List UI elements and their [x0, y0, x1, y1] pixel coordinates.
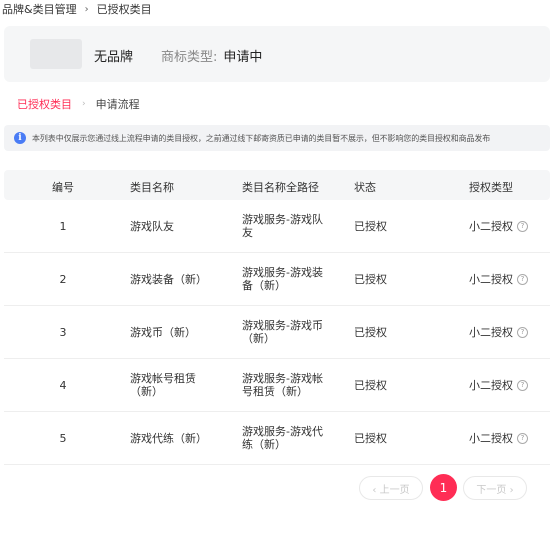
row-path: 游戏服务-游戏币（新）: [242, 319, 323, 345]
trademark-value: 申请中: [223, 50, 263, 65]
next-page-button[interactable]: 下一页 ›: [463, 476, 527, 500]
table-row: 5 游戏代练（新） 游戏服务-游戏代练（新） 已授权 小二授权?: [4, 412, 550, 465]
breadcrumb-parent-link[interactable]: 品牌&类目管理: [2, 1, 77, 17]
row-num: 1: [59, 220, 67, 233]
pagination: ‹ 上一页 1 下一页 ›: [0, 474, 550, 504]
row-num: 3: [59, 326, 67, 339]
row-type: 小二授权?: [469, 326, 528, 339]
tab-separator: ›: [82, 99, 86, 109]
help-icon[interactable]: ?: [517, 380, 528, 391]
row-type-label: 小二授权: [469, 432, 513, 445]
row-status: 已授权: [354, 273, 387, 286]
row-type: 小二授权?: [469, 432, 528, 445]
tab-authorized-categories[interactable]: 已授权类目: [17, 96, 72, 112]
table-row: 2 游戏装备（新） 游戏服务-游戏装备（新） 已授权 小二授权?: [4, 253, 550, 306]
help-icon[interactable]: ?: [517, 433, 528, 444]
breadcrumb-current: 已授权类目: [96, 3, 152, 16]
brand-logo-placeholder: [30, 39, 82, 69]
row-status: 已授权: [354, 379, 387, 392]
row-type-label: 小二授权: [469, 326, 513, 339]
row-name: 游戏装备（新）: [130, 273, 207, 286]
table-row: 4 游戏帐号租赁（新） 游戏服务-游戏帐号租赁（新） 已授权 小二授权?: [4, 359, 550, 412]
header-num: 编号: [52, 181, 74, 194]
table-row: 3 游戏币（新） 游戏服务-游戏币（新） 已授权 小二授权?: [4, 306, 550, 359]
help-icon[interactable]: ?: [517, 221, 528, 232]
category-table: 编号 类目名称 类目名称全路径 状态 授权类型 1 游戏队友 游戏服务-游戏队友…: [4, 170, 550, 465]
header-status: 状态: [354, 181, 376, 194]
help-icon[interactable]: ?: [517, 327, 528, 338]
row-type: 小二授权?: [469, 273, 528, 286]
brand-name: 无品牌: [94, 50, 134, 65]
row-name: 游戏队友: [130, 220, 174, 233]
info-icon: i: [14, 132, 26, 144]
row-num: 4: [59, 379, 67, 392]
row-status: 已授权: [354, 220, 387, 233]
header-type: 授权类型: [469, 181, 513, 194]
trademark-status: 商标类型: 申请中: [161, 46, 262, 65]
table-header: 编号 类目名称 类目名称全路径 状态 授权类型: [4, 170, 550, 200]
row-num: 2: [59, 273, 67, 286]
help-icon[interactable]: ?: [517, 274, 528, 285]
row-type: 小二授权?: [469, 220, 528, 233]
breadcrumb-separator: ›: [84, 3, 89, 15]
row-path: 游戏服务-游戏队友: [242, 213, 323, 239]
row-name: 游戏代练（新）: [130, 432, 207, 445]
page-1-button[interactable]: 1: [430, 474, 457, 501]
row-num: 5: [59, 432, 67, 445]
tab-application-process[interactable]: 申请流程: [96, 96, 140, 112]
row-path: 游戏服务-游戏装备（新）: [242, 266, 323, 292]
notice-bar: i 本列表中仅展示您通过线上流程申请的类目授权，之前通过线下邮寄资质已申请的类目…: [4, 125, 550, 151]
row-status: 已授权: [354, 326, 387, 339]
table-row: 1 游戏队友 游戏服务-游戏队友 已授权 小二授权?: [4, 200, 550, 253]
row-type-label: 小二授权: [469, 273, 513, 286]
row-path: 游戏服务-游戏代练（新）: [242, 425, 323, 451]
header-path: 类目名称全路径: [242, 181, 319, 194]
row-type-label: 小二授权: [469, 220, 513, 233]
row-path: 游戏服务-游戏帐号租赁（新）: [242, 372, 323, 398]
row-type-label: 小二授权: [469, 379, 513, 392]
row-name: 游戏币（新）: [130, 326, 196, 339]
prev-page-button[interactable]: ‹ 上一页: [359, 476, 423, 500]
row-status: 已授权: [354, 432, 387, 445]
header-name: 类目名称: [130, 181, 174, 194]
row-type: 小二授权?: [469, 379, 528, 392]
brand-card: 无品牌 商标类型: 申请中: [4, 26, 550, 82]
notice-text: 本列表中仅展示您通过线上流程申请的类目授权，之前通过线下邮寄资质已申请的类目暂不…: [32, 133, 491, 143]
breadcrumb: 品牌&类目管理 › 已授权类目: [2, 2, 152, 16]
trademark-label: 商标类型:: [161, 50, 218, 65]
tab-bar: 已授权类目 › 申请流程: [17, 96, 140, 112]
row-name: 游戏帐号租赁（新）: [130, 372, 196, 398]
